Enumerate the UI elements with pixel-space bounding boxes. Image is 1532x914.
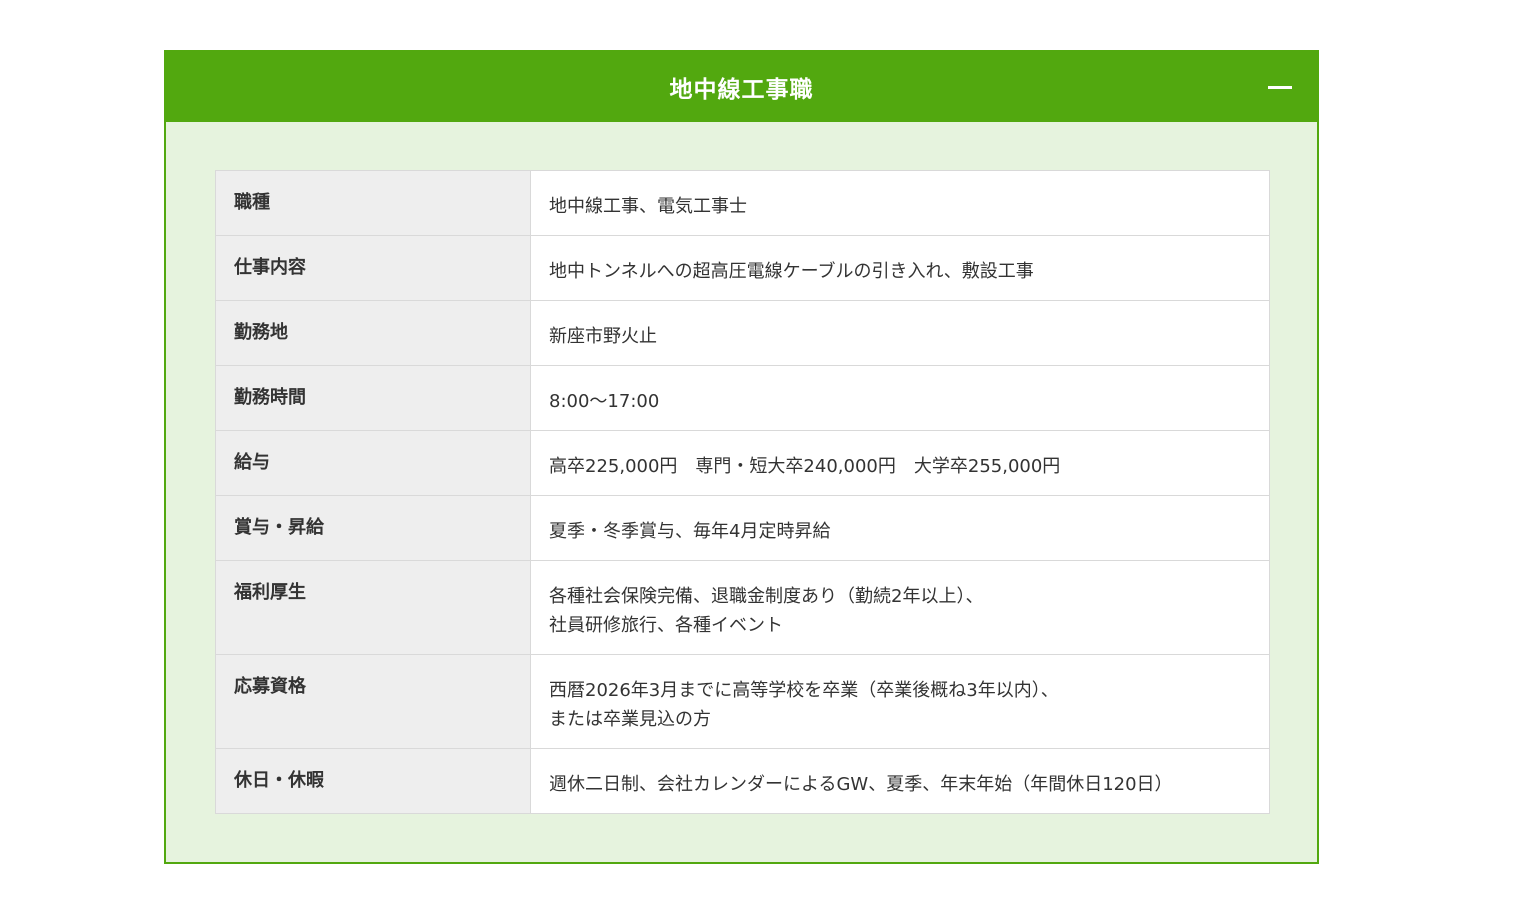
row-value-line: 8:00〜17:00: [549, 391, 660, 412]
row-value: 8:00〜17:00: [530, 365, 1270, 431]
table-row: 福利厚生 各種社会保険完備、退職金制度あり（勤続2年以上）、 社員研修旅行、各種イベ…: [215, 560, 1270, 655]
table-row: 休日・休暇 週休二日制、会社カレンダーによるGW、夏季、年末年始（年間休日120日…: [215, 748, 1270, 814]
table-row: 賞与・昇給 夏季・冬季賞与、毎年4月定時昇給: [215, 495, 1270, 561]
table-row: 勤務地 新座市野火止: [215, 300, 1270, 366]
job-accordion: 地中線工事職 職種 地中線工事、電気工事士 仕事内容 地中トンネルへの超高圧電線ケーブ…: [164, 50, 1319, 864]
row-label: 職種: [215, 170, 531, 236]
row-value-line: 高卒225,000円 専門・短大卒240,000円 大学卒255,000円: [549, 456, 1061, 477]
job-info-table: 職種 地中線工事、電気工事士 仕事内容 地中トンネルへの超高圧電線ケーブルの引き入れ、…: [215, 170, 1270, 814]
accordion-title: 地中線工事職: [669, 77, 814, 103]
row-value: 地中トンネルへの超高圧電線ケーブルの引き入れ、敷設工事: [530, 235, 1270, 301]
row-label: 応募資格: [215, 654, 531, 749]
row-label: 給与: [215, 430, 531, 496]
row-value-line: 社員研修旅行、各種イベント: [549, 615, 783, 636]
row-value-line: 週休二日制、会社カレンダーによるGW、夏季、年末年始（年間休日120日）: [549, 774, 1173, 795]
row-label: 仕事内容: [215, 235, 531, 301]
row-label: 勤務地: [215, 300, 531, 366]
row-value: 週休二日制、会社カレンダーによるGW、夏季、年末年始（年間休日120日）: [530, 748, 1270, 814]
accordion-header[interactable]: 地中線工事職: [166, 52, 1317, 122]
table-row: 仕事内容 地中トンネルへの超高圧電線ケーブルの引き入れ、敷設工事: [215, 235, 1270, 301]
accordion-body: 職種 地中線工事、電気工事士 仕事内容 地中トンネルへの超高圧電線ケーブルの引き入れ、…: [215, 170, 1270, 814]
row-value: 新座市野火止: [530, 300, 1270, 366]
row-value-line: 新座市野火止: [549, 326, 657, 347]
row-value: 夏季・冬季賞与、毎年4月定時昇給: [530, 495, 1270, 561]
row-value-line: または卒業見込の方: [549, 709, 711, 730]
row-value-line: 夏季・冬季賞与、毎年4月定時昇給: [549, 521, 831, 542]
row-value: 各種社会保険完備、退職金制度あり（勤続2年以上）、 社員研修旅行、各種イベント: [530, 560, 1270, 655]
row-value-line: 地中線工事、電気工事士: [549, 196, 747, 217]
row-value: 高卒225,000円 専門・短大卒240,000円 大学卒255,000円: [530, 430, 1270, 496]
row-value-line: 地中トンネルへの超高圧電線ケーブルの引き入れ、敷設工事: [549, 261, 1034, 282]
row-label: 賞与・昇給: [215, 495, 531, 561]
row-value: 地中線工事、電気工事士: [530, 170, 1270, 236]
table-row: 職種 地中線工事、電気工事士: [215, 170, 1270, 236]
row-value: 西暦2026年3月までに高等学校を卒業（卒業後概ね3年以内）、 または卒業見込の方: [530, 654, 1270, 749]
row-label: 福利厚生: [215, 560, 531, 655]
row-label: 休日・休暇: [215, 748, 531, 814]
table-row: 勤務時間 8:00〜17:00: [215, 365, 1270, 431]
row-value-line: 西暦2026年3月までに高等学校を卒業（卒業後概ね3年以内）、: [549, 680, 1059, 701]
row-value-line: 各種社会保険完備、退職金制度あり（勤続2年以上）、: [549, 586, 984, 607]
table-row: 給与 高卒225,000円 専門・短大卒240,000円 大学卒255,000円: [215, 430, 1270, 496]
table-row: 応募資格 西暦2026年3月までに高等学校を卒業（卒業後概ね3年以内）、 または卒業…: [215, 654, 1270, 749]
minus-icon[interactable]: [1267, 74, 1293, 100]
row-label: 勤務時間: [215, 365, 531, 431]
